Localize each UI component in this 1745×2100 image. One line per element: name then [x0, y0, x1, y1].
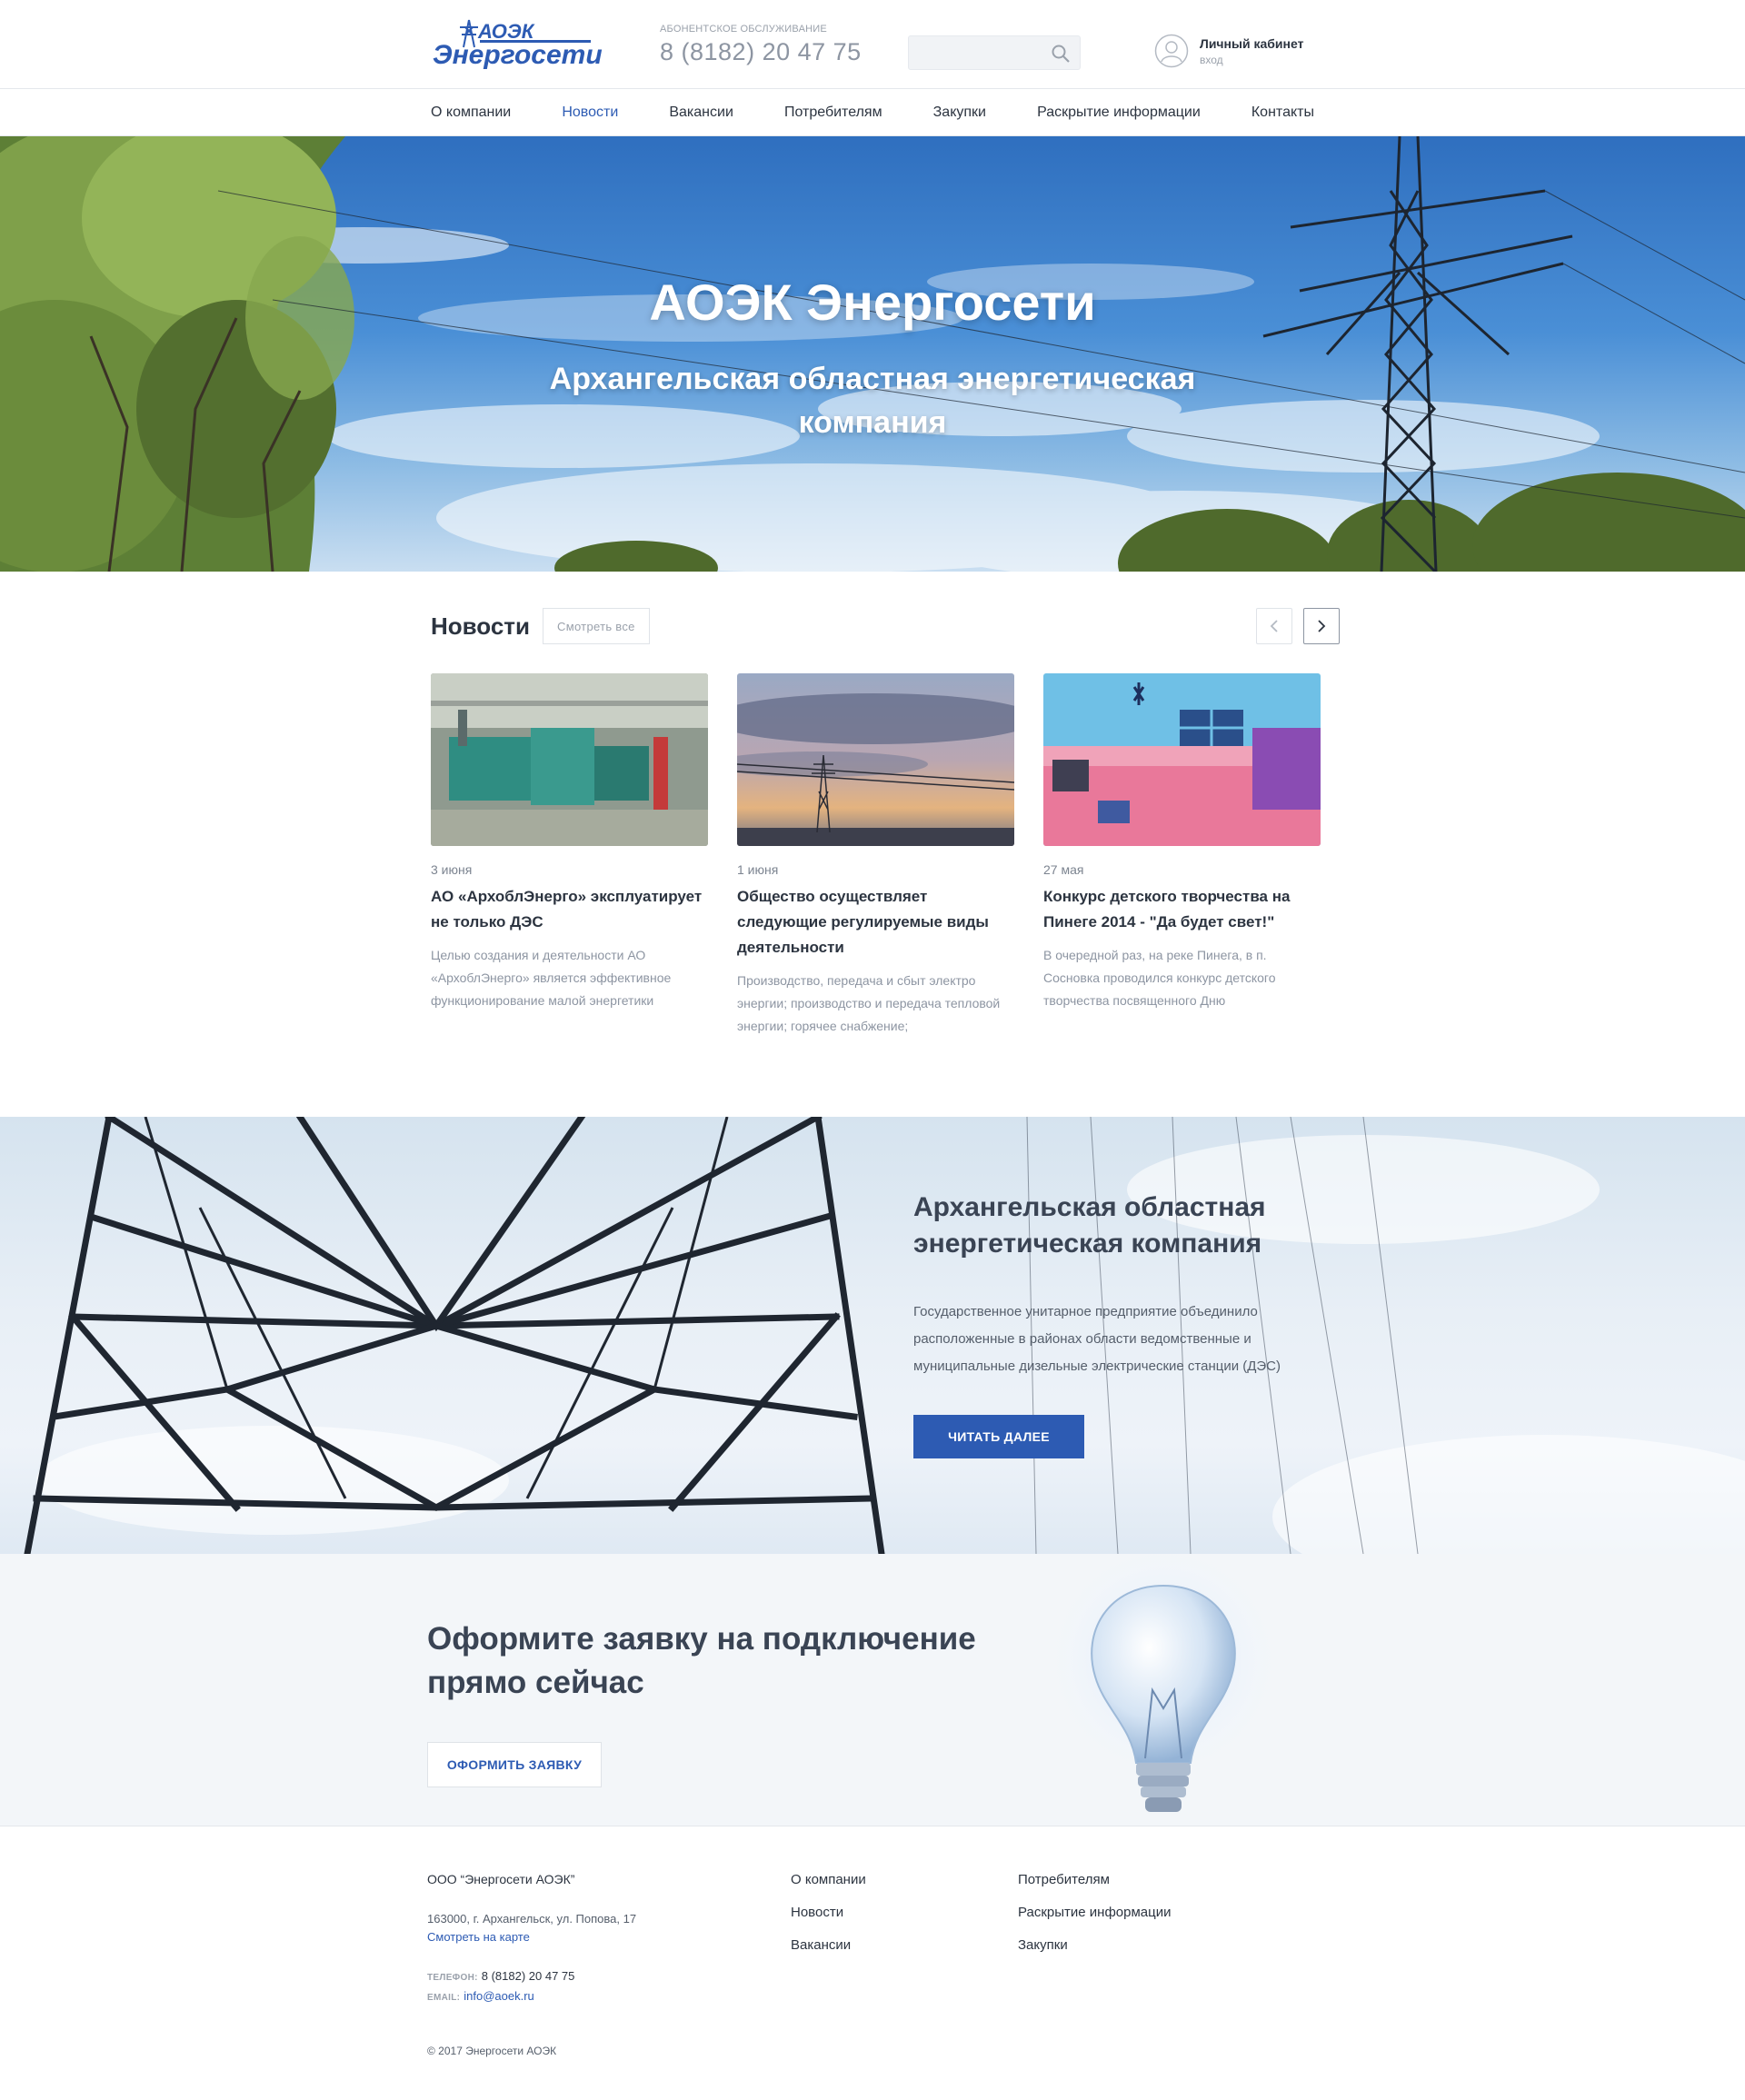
footer-email-label: Email:	[427, 1993, 461, 2003]
search-icon[interactable]	[1051, 44, 1071, 64]
footer-link[interactable]: Вакансии	[791, 1937, 866, 1970]
footer-company: ООО “Энергосети АОЭК”	[427, 1872, 575, 1886]
footer-link[interactable]: Раскрытие информации	[1018, 1905, 1172, 1937]
site-footer: ООО “Энергосети АОЭК” 163000, г. Арханге…	[0, 1826, 1745, 2090]
about-tower-image	[24, 1117, 1745, 1554]
news-next-button[interactable]	[1303, 608, 1340, 644]
search-box	[908, 35, 1081, 70]
company-logo[interactable]: АОЭК Энергосети	[433, 16, 605, 73]
account-title: Личный кабинет	[1200, 35, 1304, 51]
account-login: вход	[1200, 53, 1223, 66]
footer-address: 163000, г. Архангельск, ул. Попова, 17	[427, 1912, 637, 1926]
account-link[interactable]: Личный кабинет вход	[1154, 34, 1303, 68]
news-excerpt: Производство, передача и сбыт электро эн…	[737, 973, 1001, 1033]
news-date: 3 июня	[431, 862, 473, 877]
copyright: © 2017 Энергосети АОЭК	[427, 2045, 557, 2057]
main-nav: О компании Новости Вакансии Потребителям Зак…	[0, 89, 1745, 136]
read-more-button[interactable]: Читать далее	[913, 1415, 1084, 1458]
footer-link[interactable]: Потребителям	[1018, 1872, 1172, 1905]
footer-phone[interactable]: 8 (8182) 20 47 75	[482, 1969, 575, 1983]
lightbulb-image	[1045, 1554, 1281, 1812]
news-heading[interactable]: Общество осуществляет следующие регулиру…	[737, 884, 1014, 960]
news-excerpt: Целью создания и деятельности АО «Архобл…	[431, 948, 672, 1008]
footer-link[interactable]: Закупки	[1018, 1937, 1172, 1970]
footer-contacts: ООО “Энергосети АОЭК” 163000, г. Арханге…	[427, 1872, 727, 2007]
phone-block: Абонентское обслуживание 8 (8182) 20 47 …	[660, 24, 862, 66]
footer-links-col2: Потребителям Раскрытие информации Закупки	[1018, 1872, 1172, 1970]
hero-title: АОЭК Энергосети	[649, 274, 1096, 331]
nav-item[interactable]: Новости	[562, 105, 618, 121]
chevron-left-icon	[1270, 620, 1278, 632]
nav-item[interactable]: Контакты	[1251, 105, 1314, 121]
hero-banner: АОЭК Энергосети Архангельская областная …	[0, 136, 1745, 572]
hero-subtitle: Архангельская областная энергетическая к…	[549, 362, 1196, 440]
about-text: Государственное унитарное предприятие об…	[913, 1304, 1281, 1374]
svg-text:Энергосети: Энергосети	[433, 40, 603, 70]
footer-phone-label: Телефон:	[427, 1973, 478, 1983]
search-input[interactable]	[909, 36, 1036, 69]
news-date: 27 мая	[1043, 862, 1084, 877]
news-image-power-station	[431, 673, 708, 846]
nav-item[interactable]: О компании	[431, 105, 511, 121]
nav-item[interactable]: Потребителям	[784, 105, 882, 121]
footer-link[interactable]: О компании	[791, 1872, 866, 1905]
news-title: Новости	[431, 612, 531, 640]
news-heading[interactable]: Конкурс детского творчества на Пинеге 20…	[1043, 884, 1321, 935]
news-prev-button[interactable]	[1256, 608, 1292, 644]
chevron-right-icon	[1318, 620, 1326, 632]
site-header: АОЭК Энергосети Абонентское обслуживание…	[0, 0, 1745, 89]
news-image-sunset-pylon	[737, 673, 1014, 846]
news-card[interactable]: 3 июня АО «АрхоблЭнерго» эксплуатирует н…	[431, 673, 708, 1038]
news-date: 1 июня	[737, 862, 779, 877]
phone-number[interactable]: 8 (8182) 20 47 75	[660, 38, 862, 66]
news-image-child-drawing	[1043, 673, 1321, 846]
user-icon	[1154, 34, 1189, 68]
apply-title: Оформите заявку на подключение прямо сей…	[427, 1621, 976, 1700]
apply-section: Оформите заявку на подключение прямо сей…	[0, 1554, 1745, 1826]
news-list: 3 июня АО «АрхоблЭнерго» эксплуатирует н…	[431, 673, 1340, 1038]
news-excerpt: В очередной раз, на реке Пинега, в п. Со…	[1043, 948, 1276, 1008]
footer-link[interactable]: Новости	[791, 1905, 866, 1937]
footer-links-col1: О компании Новости Вакансии	[791, 1872, 866, 1970]
view-all-news-button[interactable]: Смотреть все	[543, 608, 650, 644]
footer-map-link[interactable]: Смотреть на карте	[427, 1930, 727, 1944]
nav-item[interactable]: Раскрытие информации	[1037, 105, 1201, 121]
apply-button[interactable]: Оформить заявку	[427, 1742, 602, 1787]
news-heading[interactable]: АО «АрхоблЭнерго» эксплуатирует не тольк…	[431, 884, 708, 935]
about-section: Архангельская областная энергетическая к…	[0, 1117, 1745, 1554]
nav-item[interactable]: Закупки	[933, 105, 986, 121]
phone-caption: Абонентское обслуживание	[660, 24, 827, 35]
nav-item[interactable]: Вакансии	[669, 105, 733, 121]
news-section: Новости Смотреть все 3 июня АО «АрхоблЭн…	[0, 572, 1745, 1117]
footer-email[interactable]: info@aoek.ru	[464, 1989, 534, 2003]
about-title: Архангельская областная энергетическая к…	[913, 1192, 1266, 1259]
news-card[interactable]: 27 мая Конкурс детского творчества на Пи…	[1043, 673, 1321, 1038]
news-card[interactable]: 1 июня Общество осуществляет следующие р…	[737, 673, 1014, 1038]
